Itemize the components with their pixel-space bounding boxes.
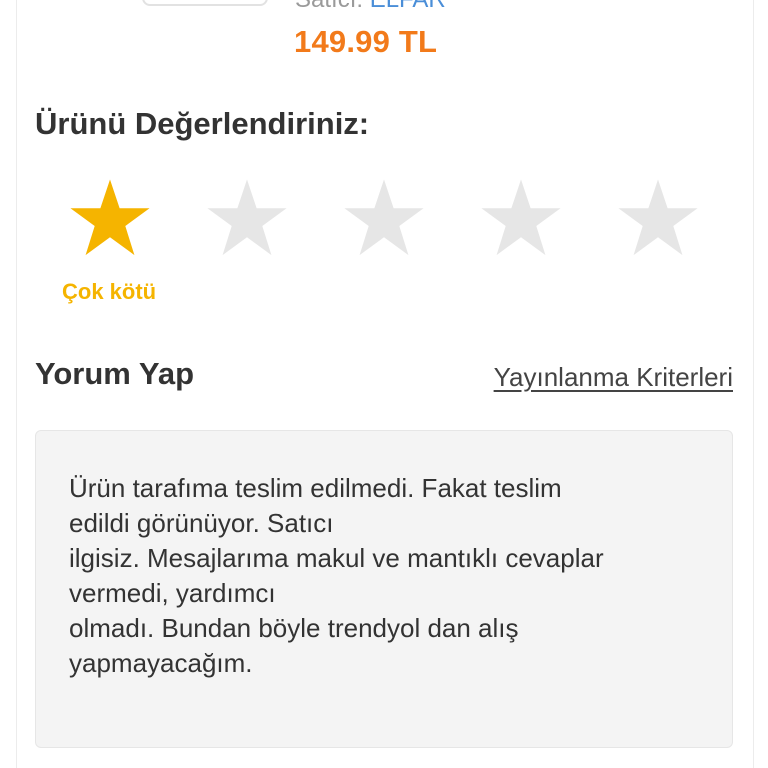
star-icon [618,179,698,256]
star-icon [344,179,424,256]
star-icon [481,179,561,256]
star-1-button[interactable] [67,176,153,262]
star-4-button[interactable] [478,176,564,262]
comment-title: Yorum Yap [35,356,195,391]
seller-info: Satıcı: ELFAR [295,0,446,14]
seller-prefix: Satıcı: [295,0,363,13]
star-icon [70,179,150,256]
star-2-button[interactable] [204,176,290,262]
product-thumbnail [142,0,268,6]
seller-name-link[interactable]: ELFAR [370,0,446,13]
publishing-criteria-link[interactable]: Yayınlanma Kriterleri [494,362,733,393]
star-icon [207,179,287,256]
star-5-button[interactable] [615,176,701,262]
star-rating [0,176,768,266]
rating-title: Ürünü Değerlendiriniz: [35,106,370,141]
product-price: 149.99 TL [294,24,438,59]
comment-textarea[interactable]: Ürün tarafıma teslim edilmedi. Fakat tes… [35,430,733,748]
rating-label: Çok kötü [62,279,157,304]
star-3-button[interactable] [341,176,427,262]
